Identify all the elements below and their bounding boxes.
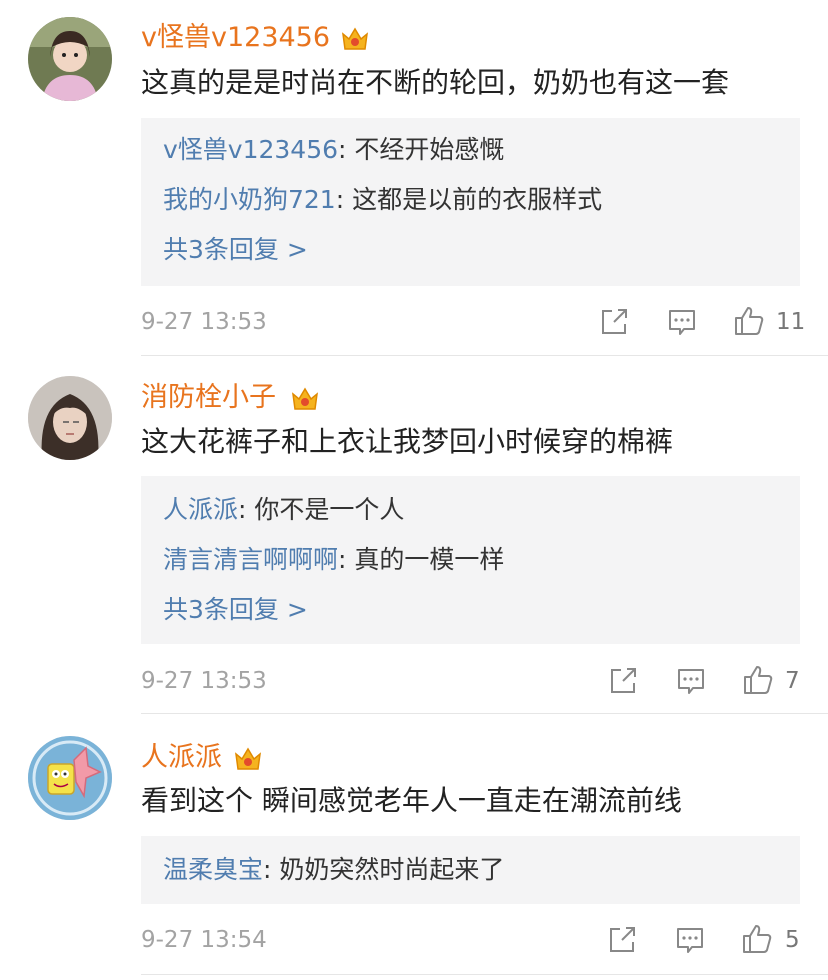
reply-username[interactable]: 人派派	[163, 495, 238, 524]
vip-crown-badge-icon	[342, 27, 368, 50]
comment-text: 这真的是是时尚在不断的轮回，奶奶也有这一套	[141, 66, 730, 99]
thumbs-up-icon[interactable]	[733, 305, 765, 337]
vip-crown-badge-icon	[292, 387, 318, 410]
reply-username[interactable]: 我的小奶狗721	[163, 185, 336, 214]
share-icon[interactable]	[608, 666, 638, 696]
reply-username[interactable]: 温柔臭宝	[163, 855, 263, 884]
reply-line: 温柔臭宝: 奶奶突然时尚起来了	[163, 852, 504, 888]
reply-separator: :	[238, 495, 255, 524]
reply-line: 我的小奶狗721: 这都是以前的衣服样式	[163, 182, 602, 218]
username[interactable]: v怪兽v123456	[141, 20, 330, 56]
reply-separator: :	[335, 185, 353, 214]
reply-box[interactable]: 温柔臭宝: 奶奶突然时尚起来了	[141, 836, 800, 904]
reply-separator: :	[338, 135, 355, 164]
share-icon[interactable]	[607, 925, 637, 955]
reply-username[interactable]: v怪兽v123456	[163, 135, 338, 164]
reply-text: 你不是一个人	[254, 495, 405, 524]
more-replies-link[interactable]: 共3条回复 >	[163, 592, 308, 628]
like-count: 11	[776, 309, 806, 335]
reply-box[interactable]: 人派派: 你不是一个人 清言清言啊啊啊: 真的一模一样 共3条回复 >	[141, 476, 800, 644]
reply-box[interactable]: v怪兽v123456: 不经开始感慨 我的小奶狗721: 这都是以前的衣服样式 …	[141, 118, 800, 286]
reply-line: v怪兽v123456: 不经开始感慨	[163, 132, 504, 168]
comment-item: 人派派 看到这个 瞬间感觉老年人一直走在潮流前线 温柔臭宝: 奶奶突然时尚起来了…	[0, 714, 828, 980]
username[interactable]: 人派派	[141, 740, 222, 776]
comment-text: 看到这个 瞬间感觉老年人一直走在潮流前线	[141, 784, 682, 817]
comment-item: v怪兽v123456 这真的是是时尚在不断的轮回，奶奶也有这一套 v怪兽v123…	[0, 0, 828, 356]
comment-item: 消防栓小子 这大花裤子和上衣让我梦回小时候穿的棉裤 人派派: 你不是一个人 清言…	[0, 356, 828, 714]
username[interactable]: 消防栓小子	[141, 380, 276, 416]
reply-username[interactable]: 清言清言啊啊啊	[163, 545, 338, 574]
comment-icon[interactable]	[667, 307, 697, 337]
reply-text: 奶奶突然时尚起来了	[279, 855, 505, 884]
reply-text: 不经开始感慨	[354, 135, 505, 164]
reply-text: 真的一模一样	[354, 545, 505, 574]
reply-text: 这都是以前的衣服样式	[352, 185, 603, 214]
timestamp: 9-27 13:54	[141, 927, 267, 953]
timestamp: 9-27 13:53	[141, 668, 267, 694]
reply-line: 清言清言啊啊啊: 真的一模一样	[163, 542, 504, 578]
share-icon[interactable]	[599, 307, 629, 337]
reply-separator: :	[338, 545, 355, 574]
thumbs-up-icon[interactable]	[741, 923, 773, 955]
reply-separator: :	[263, 855, 280, 884]
timestamp: 9-27 13:53	[141, 309, 267, 335]
avatar[interactable]	[28, 17, 112, 101]
reply-line: 人派派: 你不是一个人	[163, 492, 404, 528]
comment-text: 这大花裤子和上衣让我梦回小时候穿的棉裤	[141, 425, 674, 458]
divider	[141, 974, 828, 975]
thumbs-up-icon[interactable]	[742, 664, 774, 696]
avatar[interactable]	[28, 736, 112, 820]
like-count: 5	[785, 927, 800, 953]
vip-crown-badge-icon	[235, 747, 261, 770]
comment-icon[interactable]	[676, 666, 706, 696]
more-replies-link[interactable]: 共3条回复 >	[163, 232, 308, 268]
comment-icon[interactable]	[675, 925, 705, 955]
like-count: 7	[785, 668, 800, 694]
avatar[interactable]	[28, 376, 112, 460]
